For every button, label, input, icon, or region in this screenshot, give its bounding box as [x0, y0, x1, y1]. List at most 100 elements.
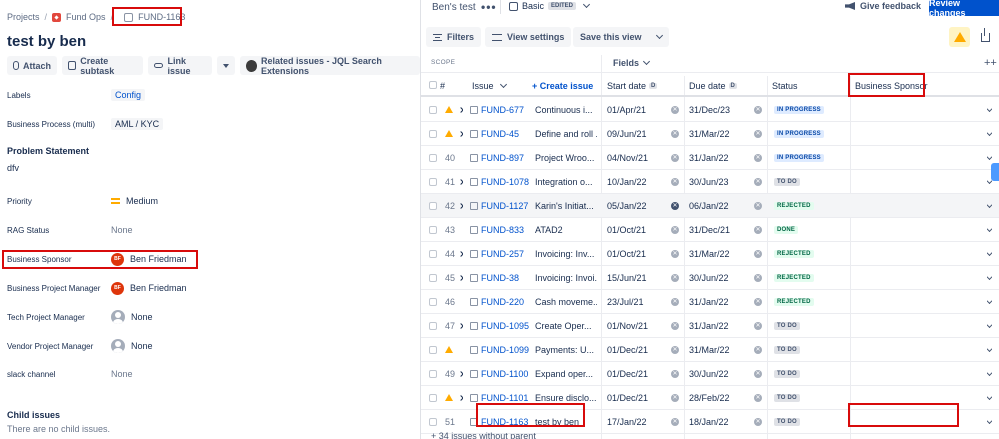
clear-date-icon[interactable]: ✕	[754, 146, 762, 169]
expand-chevron-icon[interactable]	[459, 362, 463, 385]
issue-key-link[interactable]: FUND-897	[481, 146, 524, 169]
link-issue-button[interactable]: Link issue	[148, 56, 213, 76]
chevron-down-icon[interactable]	[987, 194, 992, 217]
due-date-cell[interactable]: 31/Jan/22	[689, 290, 729, 313]
table-row[interactable]: FUND-677 Continuous i... 01/Apr/21 ✕ 31/Dec/…	[421, 98, 999, 122]
column-header-due-date[interactable]: Due date D	[689, 81, 737, 91]
chevron-down-icon[interactable]	[987, 338, 992, 361]
table-row[interactable]: 41 FUND-1078 Integration o... 10/Jan/22 ✕ 30/…	[421, 170, 999, 194]
issue-key-link[interactable]: FUND-1078	[481, 170, 529, 193]
business-sponsor-cell[interactable]	[855, 98, 955, 121]
clear-date-icon[interactable]: ✕	[754, 98, 762, 121]
issue-key-link[interactable]: FUND-45	[481, 122, 519, 145]
status-badge[interactable]: REJECTED	[774, 290, 814, 313]
side-panel-handle[interactable]	[991, 163, 999, 181]
chevron-down-icon[interactable]	[987, 362, 992, 385]
vendor-project-manager-value[interactable]: None	[111, 339, 153, 353]
issue-summary[interactable]: Cash moveme...	[535, 290, 597, 313]
business-project-manager-value[interactable]: BF Ben Friedman	[111, 281, 187, 295]
clear-date-icon[interactable]: ✕	[671, 194, 679, 217]
select-all-checkbox[interactable]	[429, 81, 437, 89]
row-checkbox[interactable]	[429, 122, 437, 145]
view-name[interactable]: Ben's test	[432, 2, 476, 13]
start-date-cell[interactable]: 05/Jan/22	[607, 194, 647, 217]
due-date-cell[interactable]: 06/Jan/22	[689, 194, 729, 217]
clear-date-icon[interactable]: ✕	[671, 386, 679, 409]
start-date-cell[interactable]: 17/Jan/22	[607, 410, 647, 433]
expand-chevron-icon[interactable]	[459, 194, 463, 217]
label-tag[interactable]: Config	[111, 89, 146, 101]
status-badge[interactable]: REJECTED	[774, 242, 814, 265]
more-actions-button[interactable]	[217, 56, 236, 75]
clear-date-icon[interactable]: ✕	[671, 218, 679, 241]
chevron-down-icon[interactable]	[987, 386, 992, 409]
chevron-down-icon[interactable]	[987, 218, 992, 241]
slack-channel-value[interactable]: None	[111, 369, 133, 379]
row-checkbox[interactable]	[429, 218, 437, 241]
due-date-cell[interactable]: 31/Dec/23	[689, 98, 730, 121]
chevron-down-icon[interactable]	[987, 122, 992, 145]
clear-date-icon[interactable]: ✕	[754, 290, 762, 313]
start-date-cell[interactable]: 15/Jun/21	[607, 266, 647, 289]
chevron-down-icon[interactable]	[987, 410, 992, 433]
issue-key-link[interactable]: FUND-38	[481, 266, 519, 289]
row-checkbox[interactable]	[429, 194, 437, 217]
problem-statement-text[interactable]: dfv	[7, 163, 19, 173]
row-checkbox[interactable]	[429, 386, 437, 409]
status-badge[interactable]: REJECTED	[774, 194, 814, 217]
issue-key-link[interactable]: FUND-677	[481, 98, 524, 121]
table-row[interactable]: 45 FUND-38 Invoicing: Invoi... 15/Jun/21 ✕ 30…	[421, 266, 999, 290]
expand-columns-icon[interactable]: ++	[984, 57, 997, 69]
business-sponsor-cell[interactable]	[855, 242, 955, 265]
create-subtask-button[interactable]: Create subtask	[62, 56, 144, 76]
review-changes-button[interactable]: Review changes	[929, 0, 999, 18]
row-checkbox[interactable]	[429, 362, 437, 385]
clear-date-icon[interactable]: ✕	[754, 122, 762, 145]
clear-date-icon[interactable]: ✕	[754, 386, 762, 409]
clear-date-icon[interactable]: ✕	[754, 410, 762, 433]
due-date-cell[interactable]: 30/Jun/22	[689, 362, 729, 385]
issue-summary[interactable]: ATAD2	[535, 218, 597, 241]
breadcrumb-project[interactable]: Fund Ops	[66, 12, 106, 22]
row-checkbox[interactable]	[429, 338, 437, 361]
column-header-issue[interactable]: Issue	[472, 80, 507, 91]
issue-key-link[interactable]: FUND-1127	[481, 194, 528, 217]
start-date-cell[interactable]: 09/Jun/21	[607, 122, 647, 145]
clear-date-icon[interactable]: ✕	[754, 170, 762, 193]
issue-key-link[interactable]: FUND-833	[481, 218, 524, 241]
issue-summary[interactable]: Karin's Initiat...	[535, 194, 597, 217]
due-date-cell[interactable]: 31/Dec/21	[689, 218, 730, 241]
expand-chevron-icon[interactable]	[459, 98, 463, 121]
clear-date-icon[interactable]: ✕	[754, 338, 762, 361]
clear-date-icon[interactable]: ✕	[671, 290, 679, 313]
issue-summary[interactable]: Create Oper...	[535, 314, 597, 337]
due-date-cell[interactable]: 31/Jan/22	[689, 314, 729, 337]
business-sponsor-cell[interactable]	[855, 362, 955, 385]
status-badge[interactable]: DONE	[774, 218, 799, 241]
business-sponsor-cell[interactable]	[855, 218, 955, 241]
table-row[interactable]: 43 FUND-833 ATAD2 01/Oct/21 ✕ 31/Dec/21 ✕ DONE	[421, 218, 999, 242]
status-badge[interactable]: TO DO	[774, 386, 800, 409]
issue-summary[interactable]: Integration o...	[535, 170, 597, 193]
row-checkbox[interactable]	[429, 242, 437, 265]
expand-chevron-icon[interactable]	[459, 314, 463, 337]
issue-key-link[interactable]: FUND-1099	[481, 338, 529, 361]
warning-button[interactable]	[949, 27, 970, 47]
chevron-down-icon[interactable]	[987, 98, 992, 121]
table-row[interactable]: FUND-45 Define and roll ... 09/Jun/21 ✕ 31/M…	[421, 122, 999, 146]
breadcrumb-projects[interactable]: Projects	[7, 12, 40, 22]
row-checkbox[interactable]	[429, 98, 437, 121]
clear-date-icon[interactable]: ✕	[754, 218, 762, 241]
expand-chevron-icon[interactable]	[459, 386, 463, 409]
clear-date-icon[interactable]: ✕	[671, 242, 679, 265]
due-date-cell[interactable]: 28/Feb/22	[689, 386, 730, 409]
status-badge[interactable]: IN PROGRESS	[774, 122, 824, 145]
row-checkbox[interactable]	[429, 314, 437, 337]
start-date-cell[interactable]: 23/Jul/21	[607, 290, 644, 313]
clear-date-icon[interactable]: ✕	[671, 410, 679, 433]
share-button[interactable]	[976, 27, 994, 47]
clear-date-icon[interactable]: ✕	[754, 194, 762, 217]
row-checkbox[interactable]	[429, 290, 437, 313]
status-badge[interactable]: TO DO	[774, 362, 800, 385]
row-checkbox[interactable]	[429, 170, 437, 193]
